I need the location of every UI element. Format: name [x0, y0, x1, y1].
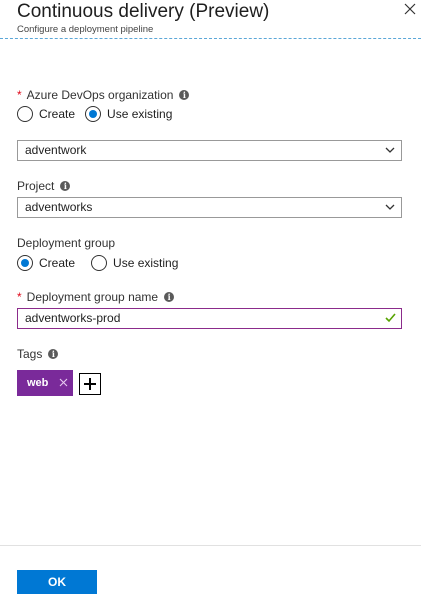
deployment-group-name-input[interactable]: adventworks-prod — [17, 308, 402, 329]
tags-label-text: Tags — [17, 347, 43, 361]
close-icon — [404, 3, 416, 15]
radio-button[interactable] — [91, 255, 108, 271]
checkmark-icon — [385, 313, 396, 323]
info-icon[interactable]: i — [48, 349, 59, 359]
deployment-group-name-label-text: Deployment group name — [26, 290, 159, 304]
radio-button[interactable] — [17, 106, 33, 122]
project-dropdown[interactable]: adventworks — [17, 197, 402, 218]
organization-dropdown[interactable]: adventwork — [17, 140, 402, 161]
page-subtitle: Configure a deployment pipeline — [17, 24, 154, 35]
tag-remove-icon[interactable] — [59, 378, 68, 387]
plus-icon — [84, 378, 96, 390]
required-marker: * — [17, 290, 22, 304]
deployment-group-use-existing-radio[interactable]: Use existing — [91, 255, 178, 271]
required-marker: * — [17, 88, 22, 102]
project-value: adventworks — [25, 200, 93, 214]
deployment-group-radio-group: Create Use existing — [17, 255, 188, 271]
chevron-down-icon — [385, 147, 395, 153]
project-label-text: Project — [17, 179, 55, 193]
radio-label: Use existing — [113, 256, 179, 270]
close-button[interactable] — [403, 2, 417, 16]
radio-button-checked[interactable] — [17, 255, 33, 271]
info-icon[interactable]: i — [164, 292, 175, 302]
blade-header: Continuous delivery (Preview) Configure … — [0, 0, 421, 40]
info-icon[interactable]: i — [60, 181, 71, 191]
deployment-group-name-label: * Deployment group name i — [17, 290, 175, 304]
deployment-group-label: Deployment group — [17, 236, 115, 250]
ok-button[interactable]: OK — [17, 570, 97, 594]
radio-label: Create — [39, 107, 76, 121]
deployment-group-create-radio[interactable]: Create — [17, 255, 75, 271]
organization-radio-group: Create Use existing — [17, 106, 182, 122]
organization-create-radio[interactable]: Create — [17, 106, 75, 122]
deployment-group-name-value: adventworks-prod — [25, 311, 121, 325]
organization-use-existing-radio[interactable]: Use existing — [85, 106, 172, 122]
tag-label: web — [27, 377, 49, 389]
radio-label: Use existing — [107, 107, 173, 121]
tag-chip: web — [17, 370, 73, 396]
project-label: Project i — [17, 179, 71, 193]
page-title: Continuous delivery (Preview) — [17, 1, 270, 22]
chevron-down-icon — [385, 204, 395, 210]
deployment-group-label-text: Deployment group — [17, 236, 116, 250]
radio-label: Create — [39, 256, 76, 270]
organization-label-text: Azure DevOps organization — [26, 88, 174, 102]
footer-divider — [0, 545, 421, 546]
organization-value: adventwork — [25, 143, 87, 157]
info-icon[interactable]: i — [179, 90, 190, 100]
add-tag-button[interactable] — [79, 373, 101, 395]
radio-button-checked[interactable] — [85, 106, 102, 122]
organization-label: * Azure DevOps organization i — [17, 88, 190, 102]
tags-label: Tags i — [17, 347, 59, 361]
header-divider — [0, 38, 421, 39]
